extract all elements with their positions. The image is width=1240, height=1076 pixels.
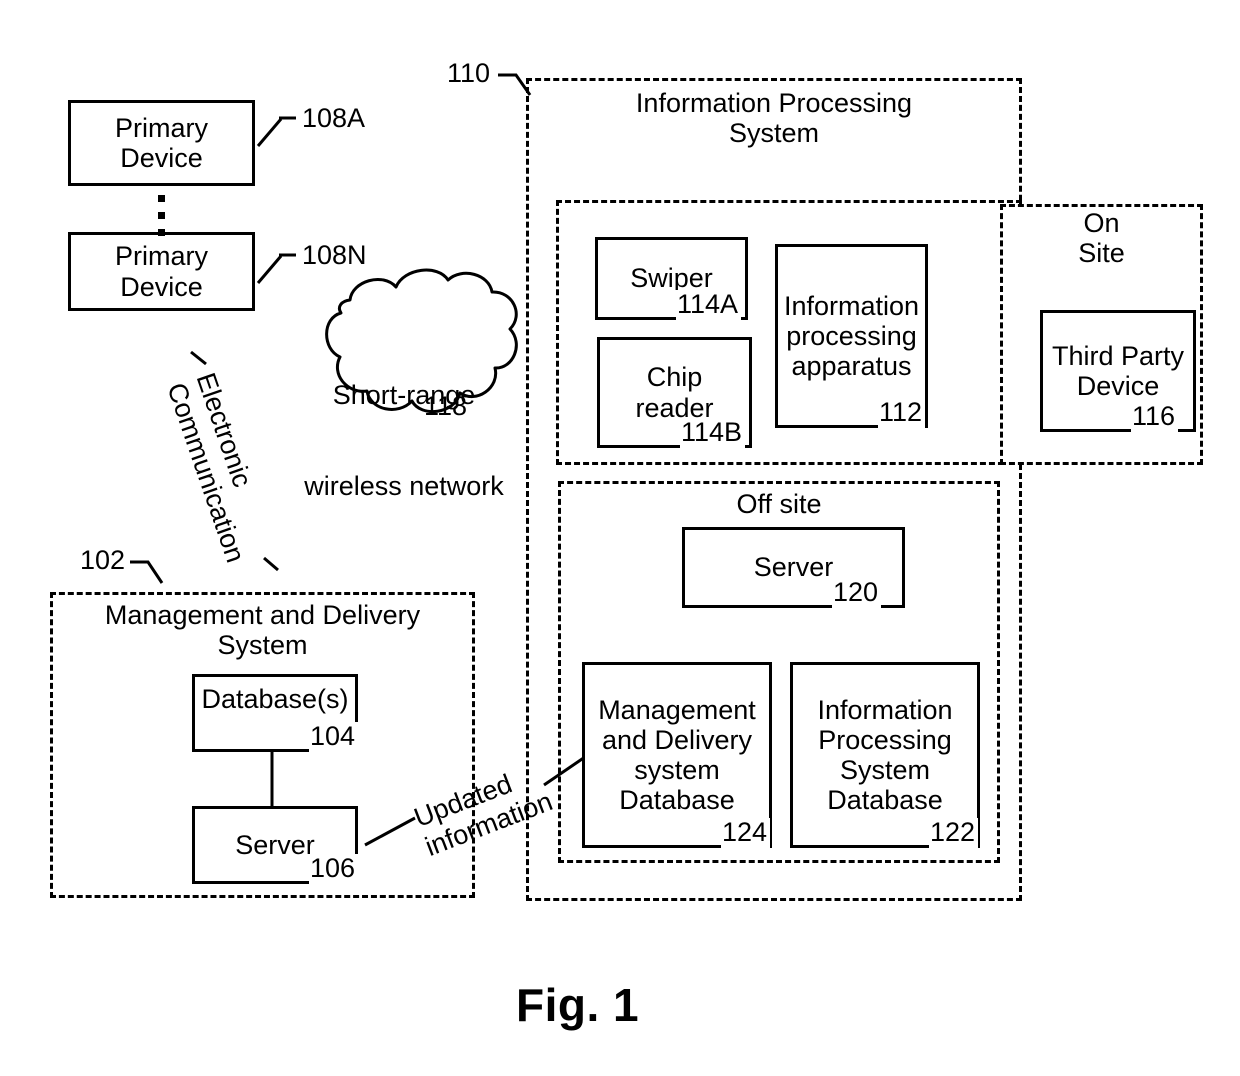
ips-title-line1: Information Processing xyxy=(635,88,913,118)
chip-reader-label-line1: Chip xyxy=(646,362,703,393)
primary-device-108a-label-line1: Primary xyxy=(115,112,208,143)
mds-database-label-line3: system xyxy=(634,755,720,785)
ips-title-line2: System xyxy=(728,118,820,149)
ips-database-label-line2: Processing xyxy=(818,724,952,755)
mds-database-label-line4: Database xyxy=(619,785,735,816)
mds-databases-label: Database(s) xyxy=(201,684,349,714)
on-site-title: On Site xyxy=(1000,208,1203,268)
primary-device-108a-label-line2: Device xyxy=(120,143,203,173)
on-site-title-line2: Site xyxy=(1078,238,1125,269)
ref-108n: 108N xyxy=(302,240,367,270)
figure-canvas: Information Processing System 110 Swiper… xyxy=(0,0,1240,1076)
vertical-ellipsis-icon xyxy=(158,195,165,246)
ref-102: 102 xyxy=(80,545,126,575)
mds-title-line1: Management and Delivery xyxy=(104,600,421,630)
third-party-device-label-line1: Third Party xyxy=(1051,340,1185,371)
off-site-server-label: Server xyxy=(753,552,834,583)
ref-108a: 108A xyxy=(302,103,366,133)
ref-112: 112 xyxy=(829,398,926,429)
mds-server-label: Server xyxy=(235,829,315,860)
figure-caption: Fig. 1 xyxy=(516,979,640,1031)
off-site-title-label: Off site xyxy=(736,489,822,519)
primary-device-108n-label-line2: Device xyxy=(120,271,203,302)
mds-title-line2: System xyxy=(217,630,308,661)
ref-116: 116 xyxy=(1082,402,1179,433)
network-cloud-label: Short-range wireless network xyxy=(295,320,513,562)
on-site-title-line1: On xyxy=(1083,208,1120,238)
ips-database-label-line3: System xyxy=(839,755,931,785)
ipa-label-line2: processing xyxy=(786,320,917,351)
ips-database-label-line1: Information xyxy=(817,694,953,725)
off-site-title: Off site xyxy=(558,489,1000,519)
mds-database-label-line2: and Delivery xyxy=(601,724,753,755)
management-delivery-system-title: Management and Delivery System xyxy=(50,600,475,660)
ref-120: 120 xyxy=(783,578,882,609)
mds-database-label-line1: Management xyxy=(598,694,756,725)
ref-106: 106 xyxy=(260,854,359,885)
ref-118: 118 xyxy=(424,391,468,421)
ref-122: 122 xyxy=(880,818,979,849)
ref-104: 104 xyxy=(260,722,359,753)
ref-114b: 114B xyxy=(631,418,746,449)
ref-114a: 114A xyxy=(627,290,742,321)
ref-110: 110 xyxy=(447,58,491,88)
information-processing-system-title: Information Processing System xyxy=(526,88,1022,148)
network-cloud-label-line1: Short-range xyxy=(332,380,476,411)
primary-device-108a-box[interactable]: Primary Device xyxy=(68,100,255,186)
ips-database-label-line4: Database xyxy=(827,785,943,816)
network-cloud-label-line2: wireless network xyxy=(304,471,504,502)
ipa-label-line1: Information xyxy=(783,290,920,321)
third-party-device-label-line2: Device xyxy=(1076,371,1160,401)
ref-124: 124 xyxy=(672,818,771,849)
ipa-label-line3: apparatus xyxy=(791,351,912,382)
